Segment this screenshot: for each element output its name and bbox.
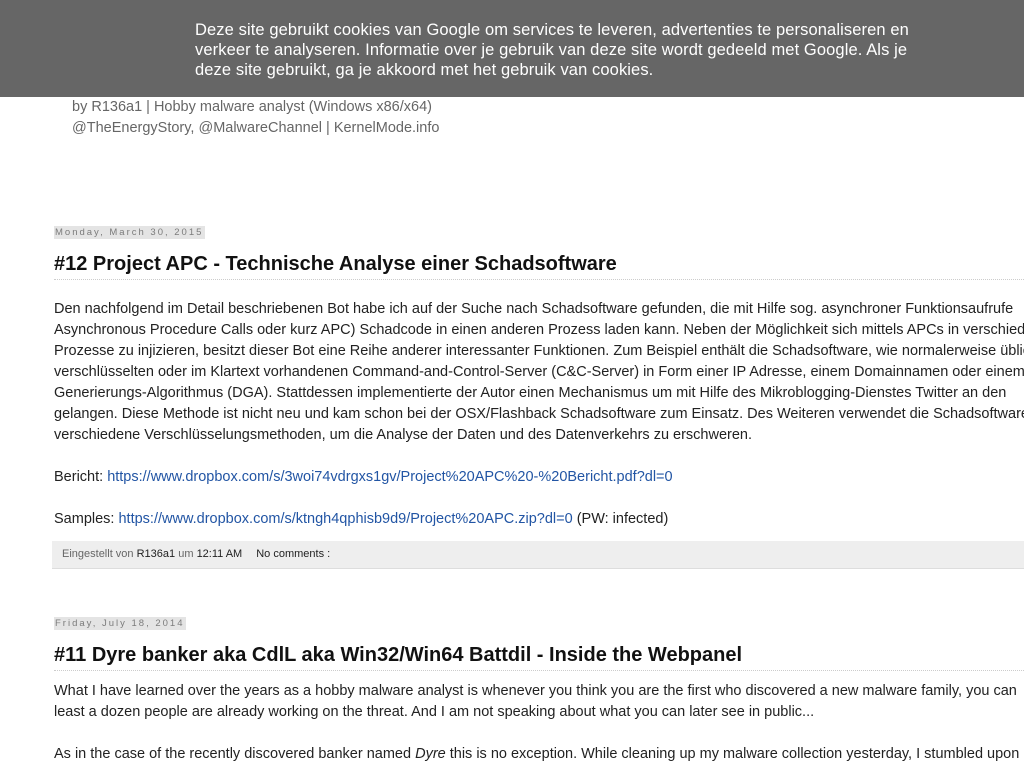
paragraph: Den nachfolgend im Detail beschriebenen … (54, 299, 1024, 446)
body-line: verschiedene Verschlüsselungsmethoden, u… (54, 427, 753, 443)
body-line: gelangen. Diese Methode ist nicht neu un… (54, 406, 1024, 422)
blog-description: by R136a1 | Hobby malware analyst (Windo… (72, 97, 439, 139)
body-line: Den nachfolgend im Detail beschriebenen … (54, 301, 1014, 317)
cookie-banner: Deze site gebruikt cookies van Google om… (0, 0, 1024, 97)
report-paragraph: Bericht: https://www.dropbox.com/s/3woi7… (54, 467, 1024, 488)
comments-link[interactable]: No comments : (256, 548, 330, 560)
paragraph: As in the case of the recently discovere… (54, 744, 1024, 765)
at-label: um (175, 548, 197, 560)
malware-name: Dyre (415, 746, 446, 762)
cookie-line-2: verkeer te analyseren. Informatie over j… (195, 41, 908, 59)
author-link[interactable]: R136a1 (137, 548, 176, 560)
body-line: verschlüsselten oder im Klartext vorhand… (54, 364, 1024, 380)
samples-password-note: (PW: infected) (572, 511, 669, 527)
body-line: Generierungs-Algorithmus (DGA). Stattdes… (54, 385, 1007, 401)
post-date: Monday, March 30, 2015 (54, 226, 206, 239)
body-line: least a dozen people are already working… (54, 704, 815, 720)
post-body: Den nachfolgend im Detail beschriebenen … (54, 299, 1024, 530)
samples-label: Samples: (54, 511, 119, 527)
page: Deze site gebruikt cookies van Google om… (0, 0, 1024, 768)
post-title[interactable]: #12 Project APC - Technische Analyse ein… (54, 253, 1024, 280)
body-line: Asynchronous Procedure Calls oder kurz A… (54, 322, 1024, 338)
body-line: Prozesse zu injizieren, besitzt dieser B… (54, 343, 1024, 359)
cookie-message: Deze site gebruikt cookies van Google om… (195, 20, 984, 80)
body-text: As in the case of the recently discovere… (54, 746, 416, 762)
samples-paragraph: Samples: https://www.dropbox.com/s/ktngh… (54, 509, 1024, 530)
post-body: What I have learned over the years as a … (54, 681, 1024, 765)
samples-link[interactable]: https://www.dropbox.com/s/ktngh4qphisb9d… (118, 511, 572, 527)
report-label: Bericht: (54, 469, 108, 485)
cookie-line-3: deze site gebruikt, ga je akkoord met he… (195, 61, 654, 79)
blog-description-line-1: by R136a1 | Hobby malware analyst (Windo… (72, 99, 432, 115)
blog-description-line-2: @TheEnergyStory, @MalwareChannel | Kerne… (72, 120, 440, 136)
body-line: What I have learned over the years as a … (54, 683, 1017, 699)
report-link[interactable]: https://www.dropbox.com/s/3woi74vdrgxs1g… (107, 469, 672, 485)
post-11: Friday, July 18, 2014 #11 Dyre banker ak… (54, 613, 1024, 765)
paragraph: What I have learned over the years as a … (54, 681, 1024, 723)
body-text: this is no exception. While cleaning up … (445, 746, 1020, 762)
post-time-link[interactable]: 12:11 AM (197, 548, 243, 560)
cookie-line-1: Deze site gebruikt cookies van Google om… (195, 21, 909, 39)
post-date: Friday, July 18, 2014 (54, 617, 187, 630)
post-footer: Eingestellt von R136a1 um 12:11 AM No com… (52, 541, 1024, 569)
post-title[interactable]: #11 Dyre banker aka CdlL aka Win32/Win64… (54, 644, 1024, 671)
posted-by-label: Eingestellt von (62, 548, 137, 560)
post-12: Monday, March 30, 2015 #12 Project APC -… (54, 222, 1024, 530)
